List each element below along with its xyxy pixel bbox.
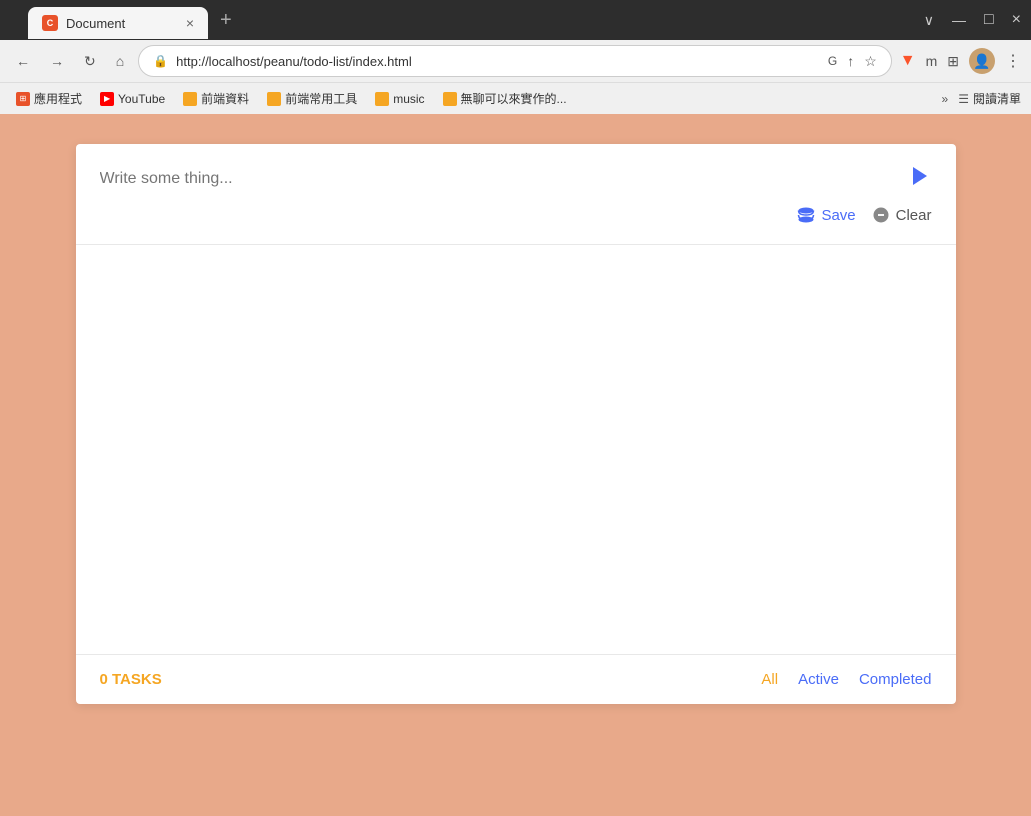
tasks-count: 0 TASKS xyxy=(100,671,162,688)
todo-actions: Save Clear xyxy=(100,206,932,224)
bookmark-frontend-tools-label: 前端常用工具 xyxy=(285,90,357,107)
todo-input[interactable] xyxy=(100,170,898,188)
bookmark-music[interactable]: music xyxy=(369,90,430,108)
minimize-btn[interactable]: — xyxy=(952,12,966,28)
bookmark-music-label: music xyxy=(393,92,424,106)
filter-active-button[interactable]: Active xyxy=(798,671,839,688)
save-label: Save xyxy=(821,207,855,224)
tab-favicon: C xyxy=(42,15,58,31)
filter-completed-button[interactable]: Completed xyxy=(859,671,932,688)
nav-bar: ← → ↻ ⌂ 🔒 http://localhost/peanu/todo-li… xyxy=(0,40,1031,82)
play-icon xyxy=(908,164,932,188)
lock-icon: 🔒 xyxy=(153,54,168,68)
save-icon xyxy=(797,206,815,224)
back-button[interactable]: ← xyxy=(10,49,36,73)
bookmark-frontend-data[interactable]: 前端資料 xyxy=(177,88,255,109)
clear-icon xyxy=(872,206,890,224)
bookmark-frontend-data-label: 前端資料 xyxy=(201,90,249,107)
bookmarks-bar: ⊞ 應用程式 ▶ YouTube 前端資料 前端常用工具 music 無聊可以來… xyxy=(0,82,1031,114)
menu-icon[interactable]: ⋮ xyxy=(1005,51,1021,71)
window-controls-right: ∨ — □ × xyxy=(924,11,1021,29)
clear-label: Clear xyxy=(896,207,932,224)
translate-icon[interactable]: G xyxy=(828,54,837,68)
close-btn[interactable]: × xyxy=(1012,11,1021,29)
submit-button[interactable] xyxy=(908,164,932,194)
filter-buttons: All Active Completed xyxy=(761,671,931,688)
bookmark-boring-label: 無聊可以來實作的... xyxy=(461,90,567,107)
boring-icon xyxy=(443,92,457,106)
frontend-tools-icon xyxy=(267,92,281,106)
url-text: http://localhost/peanu/todo-list/index.h… xyxy=(176,54,820,69)
tab-bar: C Document × + xyxy=(18,1,916,39)
bookmark-apps-label: 應用程式 xyxy=(34,90,82,107)
browser-chrome: C Document × + ∨ — □ × ← → ↻ ⌂ 🔒 http://… xyxy=(0,0,1031,114)
reader-label: 閱讀清單 xyxy=(973,90,1021,107)
avatar[interactable]: 👤 xyxy=(969,48,995,74)
todo-list-section xyxy=(76,245,956,654)
forward-button[interactable]: → xyxy=(44,49,70,73)
new-tab-btn[interactable]: + xyxy=(212,9,240,32)
bookmark-boring[interactable]: 無聊可以來實作的... xyxy=(437,88,573,109)
music-icon xyxy=(375,92,389,106)
clear-button[interactable]: Clear xyxy=(872,206,932,224)
todo-input-section: Save Clear xyxy=(76,144,956,245)
address-bar-icons: G ↑ ☆ xyxy=(828,53,877,70)
main-content: Save Clear 0 TASKS All Active Completed xyxy=(0,114,1031,778)
nav-icons-right: ▼ m ⊞ 👤 ⋮ xyxy=(900,48,1021,74)
restore-btn[interactable]: ∨ xyxy=(924,12,934,29)
home-button[interactable]: ⌂ xyxy=(110,49,130,73)
tab-title: Document xyxy=(66,16,125,31)
bookmark-icon[interactable]: ☆ xyxy=(864,53,877,70)
maximize-btn[interactable]: □ xyxy=(984,11,994,29)
save-button[interactable]: Save xyxy=(797,206,855,224)
reader-btn[interactable]: ☰ 閱讀清單 xyxy=(958,90,1021,107)
bookmark-youtube[interactable]: ▶ YouTube xyxy=(94,90,171,108)
extensions-icon[interactable]: ⊞ xyxy=(947,53,959,70)
todo-input-row xyxy=(100,164,932,194)
refresh-button[interactable]: ↻ xyxy=(78,49,102,74)
share-icon[interactable]: ↑ xyxy=(847,53,854,69)
bookmark-frontend-tools[interactable]: 前端常用工具 xyxy=(261,88,363,109)
active-tab[interactable]: C Document × xyxy=(28,7,208,39)
bookmark-more[interactable]: » xyxy=(942,92,949,106)
tab-close-btn[interactable]: × xyxy=(186,15,194,31)
brave-icon: ▼ xyxy=(900,52,916,70)
address-bar[interactable]: 🔒 http://localhost/peanu/todo-list/index… xyxy=(138,45,892,77)
todo-card: Save Clear 0 TASKS All Active Completed xyxy=(76,144,956,704)
todo-footer: 0 TASKS All Active Completed xyxy=(76,654,956,704)
filter-all-button[interactable]: All xyxy=(761,671,778,688)
apps-bookmark-icon: ⊞ xyxy=(16,92,30,106)
bookmark-apps[interactable]: ⊞ 應用程式 xyxy=(10,88,88,109)
youtube-bookmark-icon: ▶ xyxy=(100,92,114,106)
m-icon: m xyxy=(926,53,938,69)
frontend-data-icon xyxy=(183,92,197,106)
title-bar: C Document × + ∨ — □ × xyxy=(0,0,1031,40)
bookmark-youtube-label: YouTube xyxy=(118,92,165,106)
